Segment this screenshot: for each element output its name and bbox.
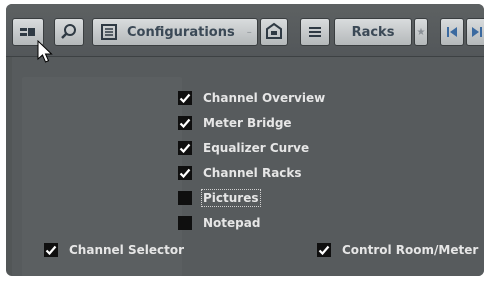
option-equalizer-curve[interactable]: Equalizer Curve <box>178 139 309 157</box>
checkbox-pictures[interactable] <box>178 191 192 205</box>
star-icon: ★ <box>416 26 426 38</box>
option-notepad[interactable]: Notepad <box>178 214 260 232</box>
mouse-cursor-icon <box>37 40 53 63</box>
option-label: Control Room/Meter <box>342 243 479 257</box>
checkbox-meter-bridge[interactable] <box>178 116 192 130</box>
option-pictures[interactable]: Pictures <box>178 189 261 207</box>
hamburger-menu-icon <box>309 27 321 37</box>
option-label: Notepad <box>203 216 261 230</box>
racks-menu-button[interactable] <box>300 18 330 46</box>
racks-label: Racks <box>351 24 395 40</box>
configurations-dropdown[interactable]: Configurations – <box>92 18 258 46</box>
go-to-start-icon <box>447 27 457 37</box>
store-configuration-button[interactable] <box>260 18 288 46</box>
option-channel-racks[interactable]: Channel Racks <box>178 164 302 182</box>
view-options-panel: Channel Overview Meter Bridge Equalizer … <box>12 57 484 276</box>
option-label: Channel Overview <box>203 91 326 105</box>
checkbox-channel-racks[interactable] <box>178 166 192 180</box>
option-control-room-meter[interactable]: Control Room/Meter <box>317 241 478 259</box>
option-channel-selector[interactable]: Channel Selector <box>44 241 184 259</box>
option-label: Channel Selector <box>69 243 185 257</box>
go-to-next-button[interactable] <box>466 18 484 46</box>
search-button[interactable] <box>54 18 84 46</box>
checkbox-equalizer-curve[interactable] <box>178 141 192 155</box>
go-to-start-button[interactable] <box>440 18 464 46</box>
racks-dropdown[interactable]: Racks <box>334 18 412 46</box>
store-configuration-icon <box>266 22 282 39</box>
checkbox-notepad[interactable] <box>178 216 192 230</box>
racks-favorite-button[interactable]: ★ <box>414 18 428 46</box>
checkbox-channel-selector[interactable] <box>44 243 58 257</box>
magnifier-icon <box>61 24 76 39</box>
option-label: Channel Racks <box>203 166 302 180</box>
checkbox-control-room-meter[interactable] <box>317 243 331 257</box>
configurations-label: Configurations <box>127 24 235 40</box>
dropdown-dash: – <box>246 26 252 38</box>
option-label: Pictures <box>201 189 261 207</box>
list-icon <box>101 24 117 40</box>
go-to-next-icon <box>472 27 482 37</box>
checkbox-channel-overview[interactable] <box>178 91 192 105</box>
option-meter-bridge[interactable]: Meter Bridge <box>178 114 292 132</box>
mixer-window: Configurations – Racks ★ Channel Overvie… <box>6 4 484 276</box>
option-channel-overview[interactable]: Channel Overview <box>178 89 325 107</box>
option-label: Equalizer Curve <box>203 141 310 155</box>
mixer-toolbar: Configurations – Racks ★ <box>6 4 484 57</box>
option-label: Meter Bridge <box>203 116 292 130</box>
